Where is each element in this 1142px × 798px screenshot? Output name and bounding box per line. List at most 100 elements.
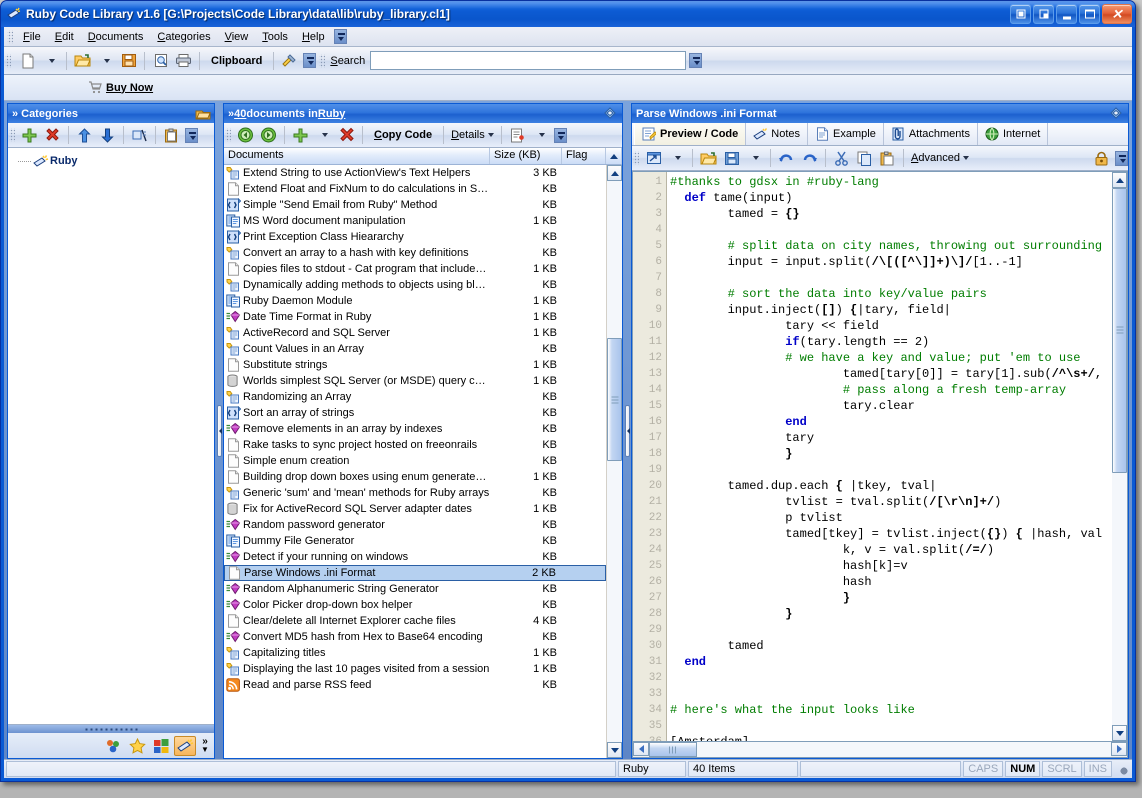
table-row[interactable]: ActiveRecord and SQL Server 1 KB — [224, 325, 606, 341]
documents-header-icon[interactable] — [603, 106, 618, 121]
copy-button[interactable] — [853, 147, 876, 169]
resize-grip[interactable] — [1114, 761, 1130, 777]
table-row[interactable]: Generic 'sum' and 'mean' methods for Rub… — [224, 485, 606, 501]
table-row[interactable]: Dynamically adding methods to objects us… — [224, 277, 606, 293]
table-row[interactable]: Read and parse RSS feed KB — [224, 677, 606, 693]
table-row[interactable]: Convert an array to a hash with key defi… — [224, 245, 606, 261]
tab-internet[interactable]: Internet — [978, 123, 1049, 145]
search-input[interactable] — [370, 51, 687, 70]
favorites-icon[interactable] — [126, 736, 148, 756]
code-scroll-up-button[interactable] — [1112, 172, 1127, 188]
tools-button[interactable] — [278, 50, 301, 72]
search-toolbar-grip[interactable] — [319, 53, 326, 68]
table-row[interactable]: Simple "Send Email from Ruby" Method KB — [224, 197, 606, 213]
redo-button[interactable] — [798, 147, 821, 169]
table-row[interactable]: Displaying the last 10 pages visited fro… — [224, 661, 606, 677]
toolbar-overflow-button[interactable] — [303, 53, 317, 68]
close-button[interactable]: ✕ — [1102, 4, 1132, 24]
windows-icon[interactable] — [150, 736, 172, 756]
preview-header-icon[interactable] — [1109, 106, 1124, 121]
back-button[interactable] — [234, 124, 257, 146]
delete-category-button[interactable] — [41, 124, 64, 146]
tab-example[interactable]: Example — [808, 123, 884, 145]
splitter-left-handle[interactable] — [216, 405, 222, 457]
preview-toolbar-grip[interactable] — [633, 151, 639, 165]
menubar-overflow-button[interactable] — [333, 29, 347, 44]
menubar-grip[interactable] — [7, 29, 13, 44]
tree-node-ruby[interactable]: Ruby — [8, 152, 214, 170]
table-row[interactable]: Remove elements in an array by indexes KB — [224, 421, 606, 437]
buy-now-button[interactable]: Buy Now — [88, 81, 153, 94]
column-header-flag[interactable]: Flag — [562, 148, 606, 164]
table-row[interactable]: Simple enum creation KB — [224, 453, 606, 469]
new-document-button[interactable] — [16, 50, 39, 72]
documents-scroll-thumb[interactable] — [607, 338, 622, 462]
table-row[interactable]: Parse Windows .ini Format 2 KB — [224, 565, 606, 581]
menu-tools[interactable]: Tools — [255, 29, 295, 45]
tab-attachments[interactable]: Attachments — [884, 123, 978, 145]
properties-dropdown[interactable] — [529, 124, 552, 146]
clipboard-button[interactable]: Clipboard — [204, 50, 269, 72]
preview-toolbar-overflow[interactable] — [1115, 150, 1128, 166]
categories-footer-grip[interactable] — [8, 725, 214, 733]
open-external-dropdown[interactable] — [665, 147, 688, 169]
open-external-button[interactable] — [642, 147, 665, 169]
column-header-size[interactable]: Size (KB) — [490, 148, 562, 164]
move-up-button[interactable] — [73, 124, 96, 146]
maximize-button[interactable] — [1079, 4, 1100, 24]
code-scroll-right-button[interactable] — [1111, 742, 1127, 756]
code-scroll-thumb[interactable] — [1112, 188, 1127, 473]
undo-button[interactable] — [775, 147, 798, 169]
properties-button[interactable] — [506, 124, 529, 146]
details-button[interactable]: Details — [448, 124, 497, 146]
table-row[interactable]: Sort an array of strings KB — [224, 405, 606, 421]
rename-category-button[interactable] — [128, 124, 151, 146]
menu-categories[interactable]: Categories — [150, 29, 217, 45]
code-scroll-track[interactable] — [1112, 188, 1127, 725]
open-dropdown[interactable] — [94, 50, 117, 72]
restore-window-button[interactable] — [1033, 4, 1054, 24]
code-vscrollbar[interactable] — [1112, 171, 1128, 742]
add-document-dropdown[interactable] — [312, 124, 335, 146]
categories-toolbar-overflow[interactable] — [185, 127, 198, 143]
add-document-button[interactable] — [289, 124, 312, 146]
categories-toolbar-grip[interactable] — [9, 128, 15, 142]
splitter-right[interactable] — [623, 103, 631, 759]
code-text[interactable]: #thanks to gdsx in #ruby-lang def tame(i… — [667, 172, 1112, 741]
table-row[interactable]: Convert MD5 hash from Hex to Base64 enco… — [224, 629, 606, 645]
restore-document-button[interactable] — [1010, 4, 1031, 24]
save-file-dropdown[interactable] — [743, 147, 766, 169]
table-row[interactable]: Randomizing an Array KB — [224, 389, 606, 405]
forward-button[interactable] — [257, 124, 280, 146]
documents-scroll-up-button[interactable] — [607, 165, 622, 181]
code-hscrollbar[interactable] — [632, 742, 1128, 758]
table-row[interactable]: Copies files to stdout - Cat program tha… — [224, 261, 606, 277]
ruby-category-icon[interactable] — [174, 735, 196, 756]
open-button[interactable] — [71, 50, 94, 72]
tab-notes[interactable]: Notes — [746, 123, 809, 145]
table-row[interactable]: Fix for ActiveRecord SQL Server adapter … — [224, 501, 606, 517]
table-row[interactable]: Capitalizing titles 1 KB — [224, 645, 606, 661]
documents-toolbar-overflow[interactable] — [553, 127, 567, 143]
add-category-button[interactable] — [18, 124, 41, 146]
table-row[interactable]: Print Exception Class Hieararchy KB — [224, 229, 606, 245]
new-document-dropdown[interactable] — [39, 50, 62, 72]
menu-edit[interactable]: Edit — [48, 29, 81, 45]
open-file-button[interactable] — [697, 147, 720, 169]
table-row[interactable]: Count Values in an Array KB — [224, 341, 606, 357]
table-row[interactable]: Color Picker drop-down box helper KB — [224, 597, 606, 613]
table-row[interactable]: Worlds simplest SQL Server (or MSDE) que… — [224, 373, 606, 389]
menu-documents[interactable]: Documents — [81, 29, 151, 45]
table-row[interactable]: Random Alphanumeric String Generator KB — [224, 581, 606, 597]
table-row[interactable]: Rake tasks to sync project hosted on fre… — [224, 437, 606, 453]
table-row[interactable]: Extend Float and FixNum to do calculatio… — [224, 181, 606, 197]
code-scroll-left-button[interactable] — [633, 742, 649, 756]
lock-button[interactable] — [1090, 147, 1113, 169]
table-row[interactable]: Building drop down boxes using enum gene… — [224, 469, 606, 485]
documents-toolbar-grip[interactable] — [225, 128, 231, 142]
code-scroll-down-button[interactable] — [1112, 725, 1127, 741]
column-header-scroll-up[interactable] — [606, 148, 622, 164]
preview-tabs[interactable]: Preview / Code Notes Example Attachments Int… — [632, 123, 1128, 146]
splitter-right-handle[interactable] — [624, 405, 630, 457]
table-row[interactable]: MS Word document manipulation 1 KB — [224, 213, 606, 229]
